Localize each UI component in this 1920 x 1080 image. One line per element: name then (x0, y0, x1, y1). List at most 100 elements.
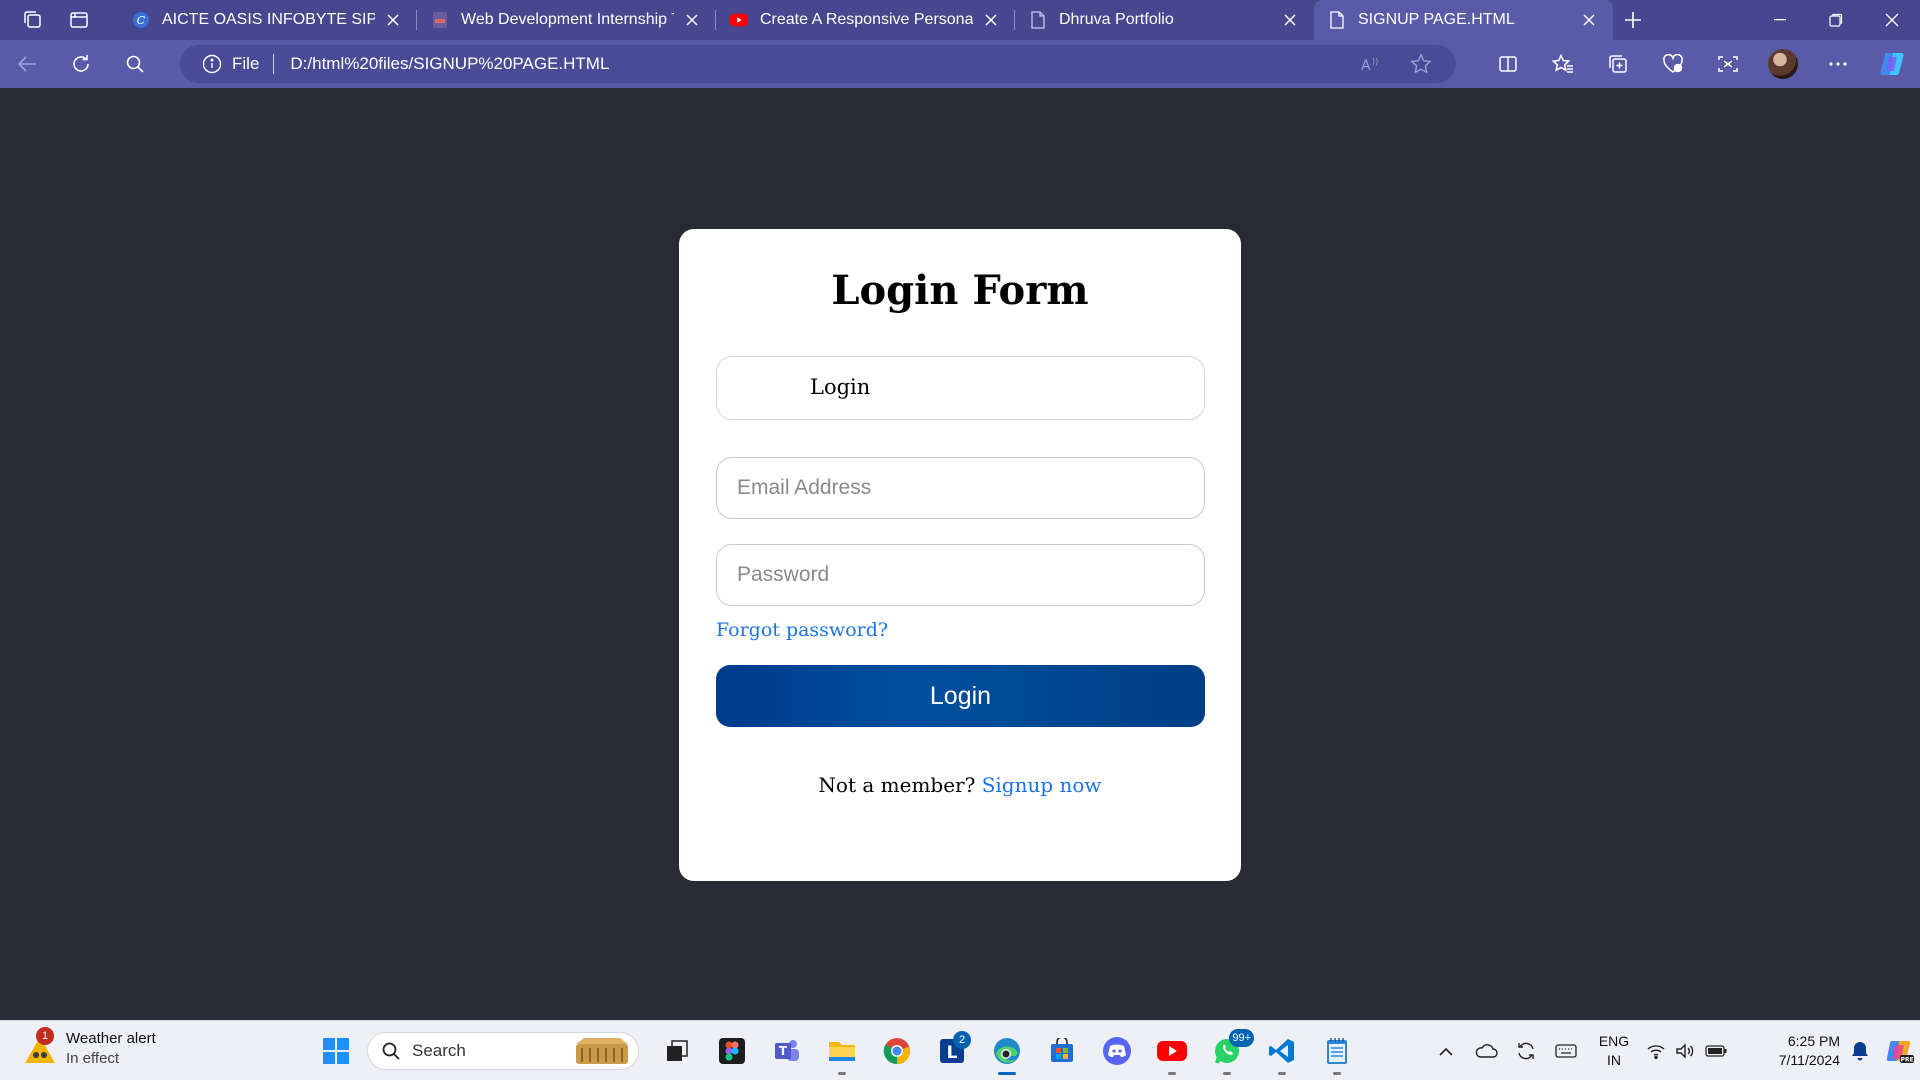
signup-link[interactable]: Signup now (982, 773, 1102, 797)
keyboard-icon[interactable] (1546, 1021, 1586, 1080)
whatsapp-badge: 99+ (1229, 1029, 1254, 1047)
weather-alert-icon: 1 (22, 1027, 58, 1067)
tab-title: Web Development Internship Tas (461, 11, 674, 28)
aicte-favicon-icon: C (132, 11, 150, 29)
signup-row: Not a member? Signup now (679, 773, 1241, 797)
close-tab-icon[interactable] (981, 10, 1001, 30)
figma-icon[interactable] (704, 1029, 759, 1073)
tab-title: Dhruva Portfolio (1059, 11, 1174, 28)
avatar (1767, 49, 1798, 79)
info-icon[interactable] (202, 54, 222, 74)
scheme-label: File (232, 54, 260, 73)
email-field[interactable] (716, 457, 1205, 519)
tab-strip: C AICTE OASIS INFOBYTE SIP TASK Web Deve… (0, 0, 1920, 40)
weather-title: Weather alert (66, 1030, 156, 1047)
tab-title: AICTE OASIS INFOBYTE SIP TASK (162, 11, 375, 28)
signup-prompt: Not a member? (818, 773, 976, 797)
profile-avatar[interactable] (1755, 40, 1810, 88)
file-explorer-icon[interactable] (814, 1029, 869, 1075)
active-indicator (997, 1072, 1016, 1075)
address-divider (273, 54, 275, 74)
tab-signup-page[interactable]: SIGNUP PAGE.HTML (1314, 0, 1613, 40)
url-text[interactable]: D:/html%20files/SIGNUP%20PAGE.HTML (290, 54, 1356, 74)
close-tab-icon[interactable] (1280, 10, 1300, 30)
collections-icon[interactable] (1590, 40, 1645, 88)
running-indicator (837, 1072, 846, 1075)
close-tab-icon[interactable] (1579, 10, 1599, 30)
refresh-button[interactable] (54, 40, 108, 88)
restore-icon[interactable] (1808, 0, 1864, 40)
workspaces-icon[interactable] (20, 7, 46, 33)
language-indicator[interactable]: ENG IN (1586, 1032, 1642, 1070)
tab-title: SIGNUP PAGE.HTML (1358, 11, 1515, 28)
teams-icon[interactable]: T (759, 1029, 814, 1073)
discord-icon[interactable] (1089, 1029, 1144, 1073)
chrome-icon[interactable] (869, 1029, 924, 1073)
running-indicator (1277, 1072, 1286, 1075)
svg-text:PRE: PRE (1900, 1057, 1913, 1064)
login-card: Login Form Login Forgot password? Login … (679, 229, 1241, 881)
split-screen-icon[interactable] (1480, 40, 1535, 88)
address-bar[interactable]: File D:/html%20files/SIGNUP%20PAGE.HTML … (180, 45, 1456, 83)
close-window-icon[interactable] (1864, 0, 1920, 40)
page-viewport: Login Form Login Forgot password? Login … (0, 88, 1920, 1020)
chevron-up-icon[interactable] (1426, 1021, 1466, 1080)
volume-icon[interactable] (1670, 1021, 1700, 1080)
password-field[interactable] (716, 544, 1205, 606)
vscode-icon[interactable] (1254, 1029, 1309, 1075)
favorites-icon[interactable] (1535, 40, 1590, 88)
favorite-star-icon[interactable] (1406, 49, 1436, 79)
weather-widget[interactable]: 1 Weather alert In effect (22, 1027, 156, 1069)
back-button[interactable] (0, 40, 54, 88)
copilot-preview-icon[interactable]: PRE (1880, 1021, 1920, 1080)
tab-portfolio[interactable]: Dhruva Portfolio (1015, 0, 1314, 40)
login-toggle-label: Login (810, 375, 871, 399)
start-button[interactable] (308, 1029, 363, 1073)
pdf-favicon-icon (431, 11, 449, 29)
linkedin-app-icon[interactable]: L 2 (924, 1029, 979, 1073)
clock[interactable]: 6:25 PM 7/11/2024 (1732, 1032, 1840, 1070)
notification-bell-icon[interactable] (1840, 1021, 1880, 1080)
notepad-icon[interactable] (1309, 1029, 1364, 1075)
weather-subtitle: In effect (66, 1050, 120, 1067)
tab-web-dev-internship[interactable]: Web Development Internship Tas (417, 0, 716, 40)
svg-text:)): )) (1372, 57, 1378, 66)
task-view-icon[interactable] (649, 1029, 704, 1073)
tab-title: Create A Responsive Personal PC (760, 11, 973, 28)
battery-icon[interactable] (1700, 1021, 1732, 1080)
forgot-password-link[interactable]: Forgot password? (716, 619, 888, 641)
running-indicator (1167, 1072, 1176, 1075)
youtube-favicon-icon (730, 11, 748, 29)
read-aloud-icon[interactable]: A)) (1356, 49, 1386, 79)
page-favicon-icon (1029, 11, 1047, 29)
minimize-icon[interactable] (1752, 0, 1808, 40)
wifi-icon[interactable] (1642, 1021, 1670, 1080)
svg-text:A: A (1361, 58, 1371, 73)
sync-icon[interactable] (1506, 1021, 1546, 1080)
tab-actions-icon[interactable] (66, 7, 92, 33)
login-toggle[interactable]: Login (716, 356, 1205, 420)
edge-icon[interactable] (979, 1029, 1034, 1075)
svg-text:T: T (778, 1044, 787, 1058)
page-favicon-icon (1328, 11, 1346, 29)
whatsapp-icon[interactable]: 99+ (1199, 1029, 1254, 1075)
linkedin-badge: 2 (953, 1031, 971, 1049)
svg-text:C: C (137, 14, 146, 27)
tab-aicte[interactable]: C AICTE OASIS INFOBYTE SIP TASK (118, 0, 417, 40)
close-tab-icon[interactable] (383, 10, 403, 30)
form-title: Login Form (831, 267, 1089, 314)
store-icon[interactable] (1034, 1029, 1089, 1073)
screenshot-icon[interactable] (1700, 40, 1755, 88)
youtube-app-icon[interactable] (1144, 1029, 1199, 1075)
taskbar-search[interactable]: Search (367, 1032, 639, 1070)
new-tab-button[interactable] (1613, 0, 1653, 40)
login-button[interactable]: Login (716, 665, 1205, 727)
tab-youtube[interactable]: Create A Responsive Personal PC (716, 0, 1015, 40)
onedrive-icon[interactable] (1466, 1021, 1506, 1080)
copilot-icon[interactable] (1865, 40, 1920, 88)
search-icon[interactable] (108, 40, 162, 88)
browser-essentials-icon[interactable] (1645, 40, 1700, 88)
more-options-icon[interactable] (1810, 40, 1865, 88)
close-tab-icon[interactable] (682, 10, 702, 30)
language-code: ENG (1598, 1033, 1630, 1049)
